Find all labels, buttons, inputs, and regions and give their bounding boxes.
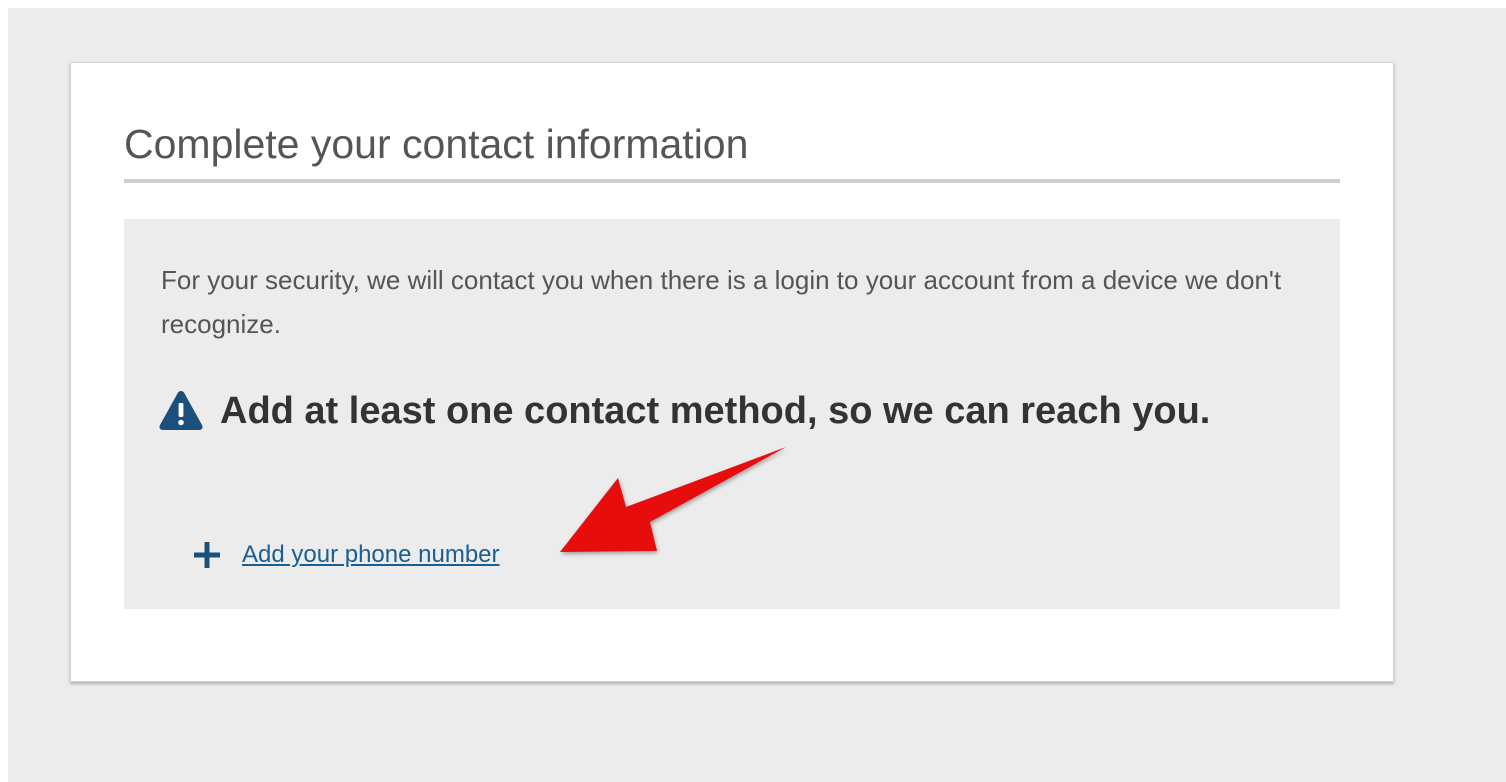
plus-icon xyxy=(194,542,220,568)
title-divider xyxy=(124,179,1340,183)
page-title: Complete your contact information xyxy=(124,121,749,167)
red-arrow-annotation xyxy=(560,447,786,552)
add-phone-link[interactable]: Add your phone number xyxy=(242,541,500,569)
warning-triangle-icon xyxy=(159,391,203,430)
add-phone-action[interactable]: Add your phone number xyxy=(192,537,500,573)
security-notice-text: For your security, we will contact you w… xyxy=(161,265,1282,339)
